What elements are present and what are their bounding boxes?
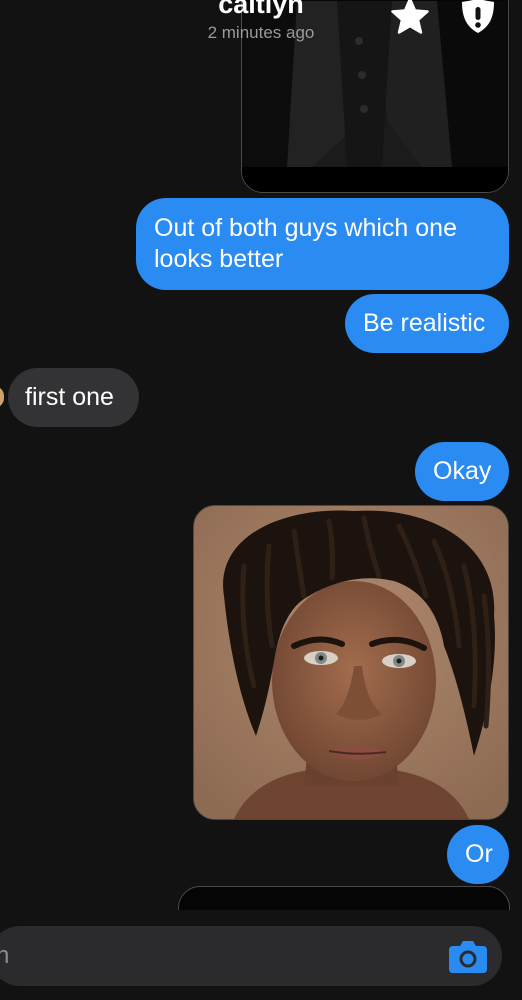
outgoing-message-bubble[interactable]: Or bbox=[447, 825, 509, 884]
message-input-placeholder: n bbox=[0, 942, 10, 969]
star-icon[interactable] bbox=[390, 0, 430, 36]
contact-name[interactable]: caitlyn bbox=[0, 0, 522, 20]
last-active-status: 2 minutes ago bbox=[207, 23, 315, 42]
outgoing-message-bubble[interactable]: Okay bbox=[415, 442, 509, 501]
chat-header: caitlyn 2 minutes ago bbox=[0, 0, 522, 50]
outgoing-message-bubble[interactable]: Out of both guys which one looks better bbox=[136, 198, 509, 290]
outgoing-message-bubble[interactable]: Be realistic bbox=[345, 294, 509, 353]
contact-avatar[interactable] bbox=[0, 386, 4, 408]
alert-shield-icon[interactable] bbox=[458, 0, 498, 36]
portrait-photo bbox=[194, 506, 508, 819]
chat-screen: caitlyn 2 minutes ago Out of both guys w… bbox=[0, 0, 522, 1000]
camera-icon[interactable] bbox=[448, 938, 488, 974]
message-input[interactable]: n bbox=[0, 926, 502, 986]
message-image-2[interactable] bbox=[193, 505, 509, 820]
incoming-message-bubble[interactable]: first one bbox=[8, 368, 139, 427]
